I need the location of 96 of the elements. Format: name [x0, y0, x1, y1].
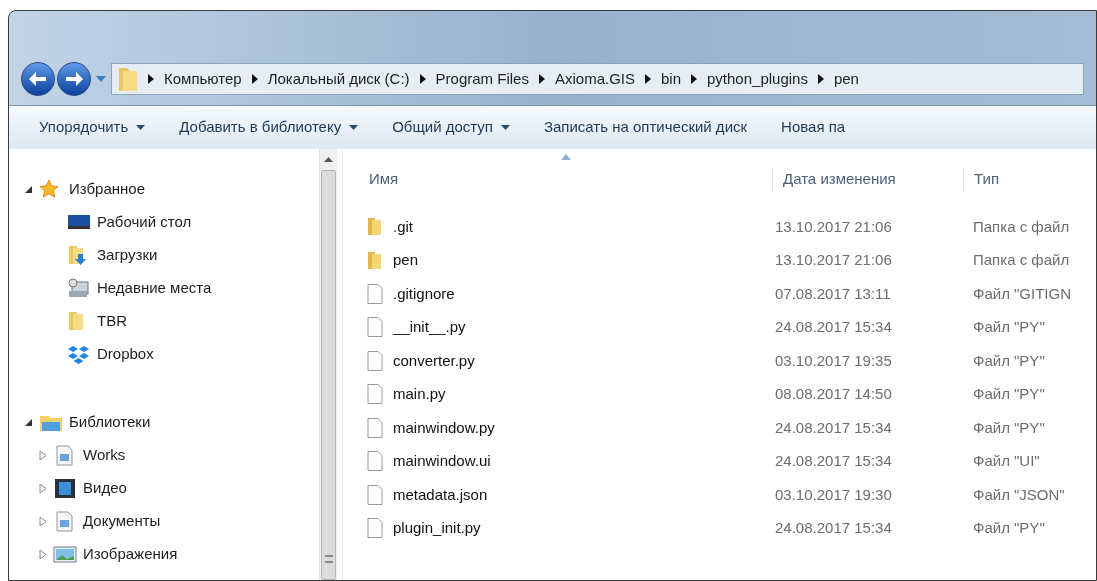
collapsed-arrow-icon[interactable]: [39, 550, 47, 559]
chevron-right-icon: [691, 74, 697, 84]
file-name[interactable]: main.py: [393, 383, 446, 406]
nav-item[interactable]: Рабочий стол: [97, 211, 192, 234]
nav-item[interactable]: Видео: [83, 477, 127, 500]
history-caret-icon[interactable]: [96, 76, 106, 82]
picture-icon: [53, 544, 77, 565]
file-name[interactable]: plugin_init.py: [393, 517, 481, 540]
type-cell-text: Папка с файл: [973, 216, 1070, 237]
breadcrumb-item[interactable]: Компьютер: [164, 67, 242, 91]
breadcrumb-item[interactable]: bin: [661, 67, 681, 91]
file-icon: [367, 350, 383, 371]
nav-item[interactable]: Избранное: [69, 178, 146, 201]
breadcrumb-item[interactable]: pen: [833, 67, 859, 91]
nav-item[interactable]: Загрузки: [97, 244, 158, 267]
date-cell-text: 03.10.2017 19:30: [774, 484, 893, 505]
folder-icon: [367, 217, 383, 237]
type-cell-text: Файл "GITIGN: [973, 283, 1072, 304]
file-name[interactable]: mainwindow.py: [393, 416, 495, 439]
toolbar-button[interactable]: Добавить в библиотеку: [179, 116, 359, 139]
file-name[interactable]: converter.py: [393, 349, 475, 372]
breadcrumb-item[interactable]: Program Files: [435, 67, 529, 91]
type-cell-text: Файл "PY": [973, 317, 1045, 337]
breadcrumb-item[interactable]: Axioma.GIS: [554, 67, 635, 91]
date-cell-text: 24.08.2017 15:34: [774, 518, 893, 538]
type-cell-text: Файл "JSON": [973, 484, 1065, 505]
back-arrow-icon: [29, 71, 47, 87]
dropdown-caret-icon: [136, 125, 146, 130]
nav-item[interactable]: Works: [83, 444, 126, 467]
date-cell-text: 03.10.2017 19:35: [774, 350, 893, 371]
nav-item[interactable]: Документы: [83, 510, 161, 533]
column-header[interactable]: Дата изменения: [783, 169, 896, 187]
chevron-right-icon: [817, 74, 824, 84]
nav-item[interactable]: Изображения: [83, 543, 178, 566]
chevron-right-icon: [419, 74, 426, 84]
date-cell-text: 24.08.2017 15:34: [774, 317, 893, 337]
file-icon: [367, 484, 383, 505]
column-header[interactable]: Тип: [974, 169, 999, 187]
folder-icon: [118, 66, 138, 92]
collapsed-arrow-icon[interactable]: [39, 451, 47, 460]
type-cell-text: Файл "UI": [973, 451, 1040, 471]
forward-arrow-icon: [65, 71, 83, 87]
scroll-up-icon[interactable]: [324, 157, 333, 162]
dropdown-caret-icon: [349, 125, 359, 130]
sort-arrow-icon: [561, 153, 571, 160]
film-icon: [53, 478, 77, 499]
grip-icon: [324, 555, 333, 563]
file-icon: [367, 384, 383, 405]
chevron-right-icon: [148, 74, 154, 84]
type-cell-text: Файл "PY": [973, 518, 1045, 538]
type-cell-text: Файл "PY": [973, 350, 1045, 371]
file-icon: [367, 451, 383, 472]
back-button[interactable]: [21, 62, 55, 96]
forward-button[interactable]: [57, 62, 91, 96]
file-icon: [367, 317, 383, 338]
toolbar-button[interactable]: Новая па: [781, 116, 846, 139]
nav-item[interactable]: TBR: [97, 310, 127, 333]
file-icon: [367, 518, 383, 539]
date-cell-text: 24.08.2017 15:34: [774, 417, 893, 438]
toolbar-button[interactable]: Общий доступ: [392, 116, 510, 139]
address-bar[interactable]: Компьютер Локальный диск (C:) Program Files Axioma.GIS bin python_plugins pen: [111, 63, 1084, 95]
date-cell-text: 07.08.2017 13:11: [774, 283, 892, 304]
dropdown-caret-icon: [500, 125, 510, 130]
collapsed-arrow-icon[interactable]: [39, 484, 47, 493]
type-cell-text: Файл "PY": [973, 417, 1045, 438]
folder-icon: [367, 250, 383, 270]
chevron-right-icon: [538, 74, 545, 84]
date-cell-text: 13.10.2017 21:06: [774, 250, 893, 270]
file-icon: [367, 417, 383, 438]
file-name[interactable]: mainwindow.ui: [393, 450, 491, 473]
expanded-arrow-icon[interactable]: [25, 185, 33, 194]
chevron-right-icon: [645, 74, 651, 84]
nav-item[interactable]: Недавние места: [97, 277, 212, 300]
file-name[interactable]: .gitignore: [393, 282, 455, 305]
collapsed-arrow-icon[interactable]: [39, 517, 47, 526]
column-header[interactable]: Имя: [369, 169, 399, 187]
computer-clock-icon: [67, 278, 91, 299]
dropbox-icon: [67, 344, 91, 365]
chevron-right-icon: [251, 74, 258, 84]
date-cell-text: 24.08.2017 15:34: [774, 451, 893, 471]
date-cell-text: 08.08.2017 14:50: [774, 384, 893, 404]
toolbar-button[interactable]: Записать на оптический диск: [543, 116, 748, 139]
type-cell-text: Папка с файл: [973, 250, 1070, 270]
file-icon: [367, 283, 383, 304]
breadcrumb-item[interactable]: python_plugins: [707, 67, 808, 91]
expanded-arrow-icon[interactable]: [25, 418, 33, 427]
file-name[interactable]: pen: [393, 249, 419, 272]
file-name[interactable]: .git: [393, 215, 413, 238]
breadcrumb-item[interactable]: Локальный диск (C:): [267, 67, 410, 91]
type-cell-text: Файл "PY": [973, 384, 1045, 404]
nav-item[interactable]: Dropbox: [97, 343, 154, 366]
file-name[interactable]: metadata.json: [393, 483, 488, 506]
date-cell-text: 13.10.2017 21:06: [774, 216, 893, 237]
toolbar-button[interactable]: Упорядочить: [39, 116, 146, 139]
nav-item[interactable]: Библиотеки: [69, 411, 151, 434]
file-name[interactable]: __init__.py: [393, 316, 466, 339]
